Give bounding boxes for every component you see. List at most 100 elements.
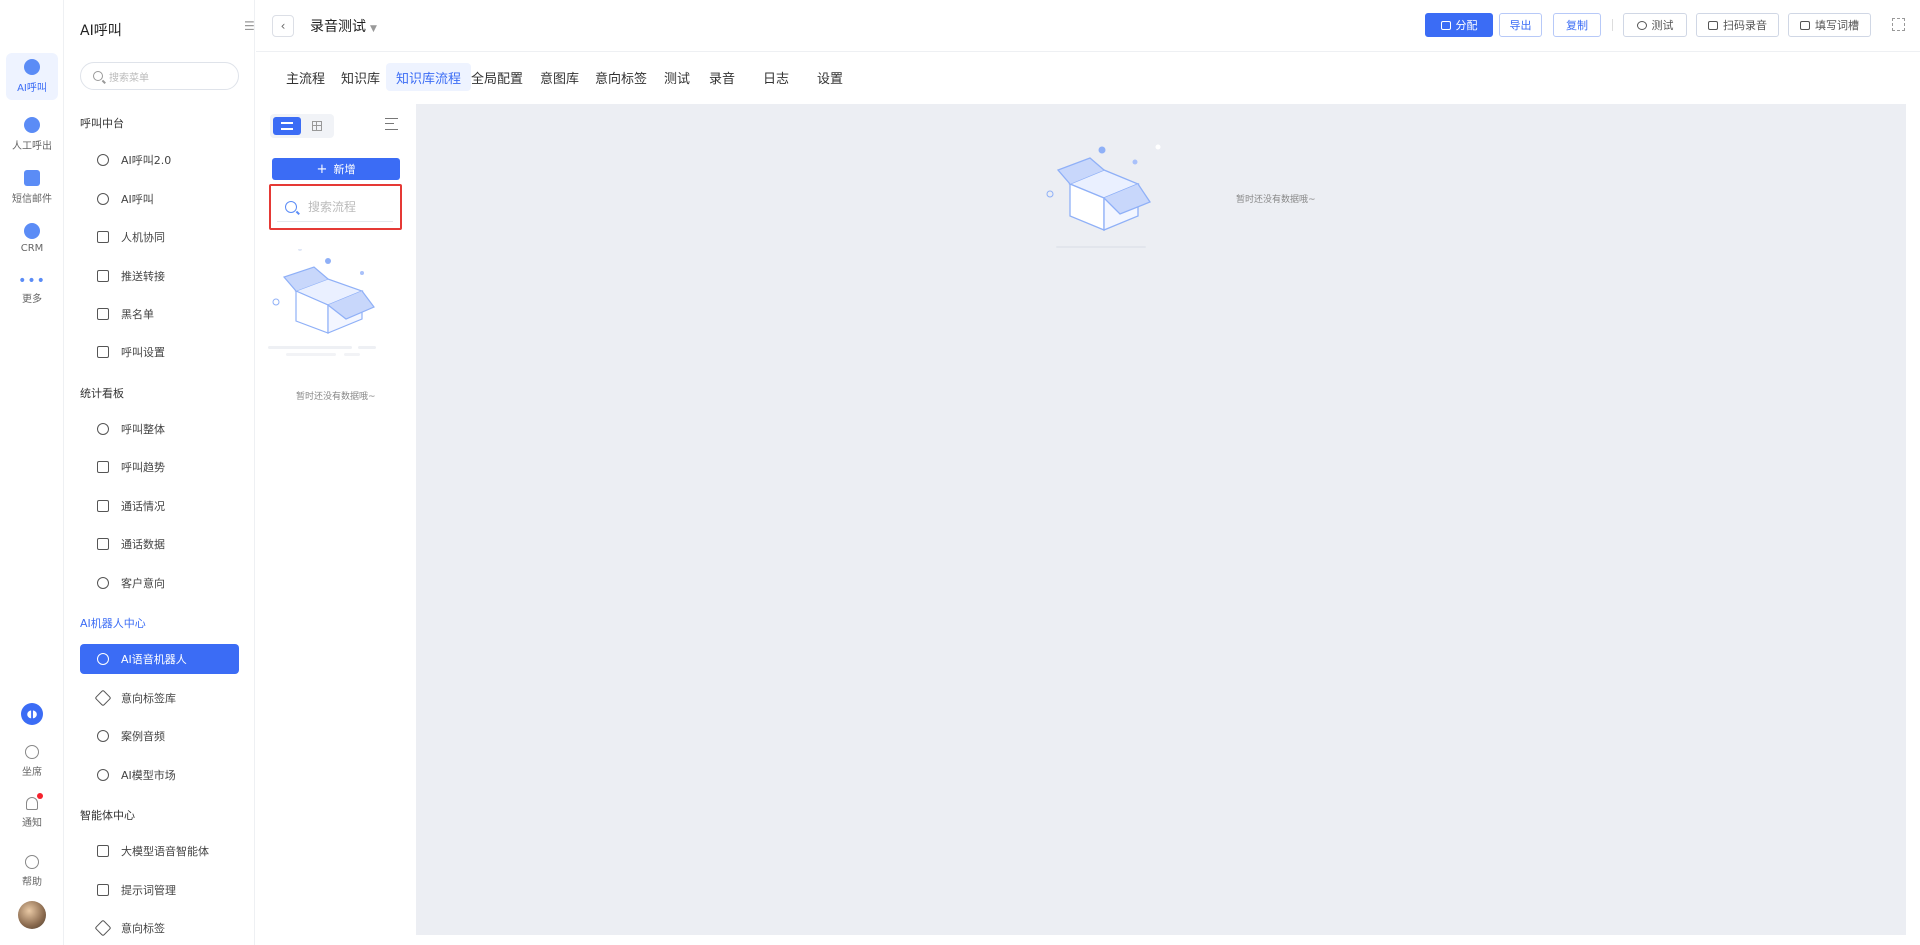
tab-settings[interactable]: 设置 <box>807 63 853 91</box>
search-icon <box>285 200 297 213</box>
scan-record-button[interactable]: 扫码录音 <box>1696 13 1779 37</box>
nav-item-intent-tag-lib[interactable]: 意向标签库 <box>80 683 239 713</box>
folder-share-icon <box>1440 20 1451 30</box>
copy-button[interactable]: 复制 <box>1553 13 1601 37</box>
tab-global-config[interactable]: 全局配置 <box>461 63 533 91</box>
rail-item-crm[interactable]: CRM <box>6 223 58 254</box>
robot-chat-icon <box>97 653 109 665</box>
nav-group-title: AI机器人中心 <box>80 617 146 630</box>
write-script-button[interactable]: 填写词槽 <box>1788 13 1871 37</box>
rail-label: 通知 <box>22 818 42 829</box>
nav-item-call-overall[interactable]: 呼叫整体 <box>80 414 239 444</box>
nav-item-customer-intent[interactable]: 客户意向 <box>80 568 239 598</box>
rail-item-more[interactable]: ••• 更多 <box>6 273 58 305</box>
flow-empty-text: 暂时还没有数据哦~ <box>296 392 376 402</box>
fullscreen-icon[interactable] <box>1892 18 1905 31</box>
nav-item-label: 呼叫整体 <box>121 423 165 436</box>
nav-item-label: 提示词管理 <box>121 884 176 897</box>
menu-search-placeholder: 搜索菜单 <box>109 72 149 84</box>
test-button[interactable]: 测试 <box>1623 13 1687 37</box>
nav-item-call-status[interactable]: 通话情况 <box>80 491 239 521</box>
nav-item-label: 通话数据 <box>121 538 165 551</box>
rail-item-manual-call[interactable]: 人工呼出 <box>6 117 58 152</box>
export-button[interactable]: 导出 <box>1499 13 1542 37</box>
main-area: ‹ 录音测试 ▼ 分配 导出 复制 测试 扫码录音 填写词槽 主流程 知识库 知… <box>256 0 1920 945</box>
nav-item-call-settings[interactable]: 呼叫设置 <box>80 337 239 367</box>
rail-item-ai-call[interactable]: AI呼叫 <box>6 53 58 100</box>
tab-log[interactable]: 日志 <box>753 63 799 91</box>
nav-item-intent-tag[interactable]: 意向标签 <box>80 913 239 943</box>
nav-item-human-machine[interactable]: 人机协同 <box>80 222 239 252</box>
voicemail-icon <box>97 730 109 742</box>
nav-group-title: 呼叫中台 <box>80 117 124 130</box>
file-search-icon <box>97 538 109 550</box>
add-flow-label: 新增 <box>333 163 356 176</box>
phone-icon <box>97 193 109 205</box>
nav-item-ai-call-2[interactable]: AI呼叫2.0 <box>80 145 239 175</box>
search-icon <box>93 71 103 81</box>
nav-title: AI呼叫 <box>80 23 122 39</box>
caret-down-icon: ▼ <box>370 24 377 34</box>
notice-badge <box>37 793 43 799</box>
document-icon <box>97 500 109 512</box>
list-view-icon <box>281 122 293 130</box>
rail-item-headset[interactable]: 坐席 <box>0 745 64 778</box>
user-avatar-button[interactable] <box>0 901 64 929</box>
nav-item-push-transfer[interactable]: 推送转接 <box>80 261 239 291</box>
avatar <box>18 901 46 929</box>
assign-label: 分配 <box>1455 19 1478 32</box>
tab-recording[interactable]: 录音 <box>699 63 745 91</box>
nav-group-title: 智能体中心 <box>80 809 135 822</box>
rail-item-notice[interactable]: 通知 <box>0 793 64 829</box>
flow-search-input[interactable] <box>308 199 388 214</box>
send-icon <box>97 270 109 282</box>
robot-title-dropdown[interactable]: 录音测试 ▼ <box>310 16 377 36</box>
crm-icon <box>24 223 40 239</box>
view-toggle <box>270 114 334 138</box>
bell-icon <box>26 793 43 810</box>
rail-label: 短信邮件 <box>12 194 52 205</box>
sort-icon[interactable] <box>385 118 398 130</box>
tag-icon <box>94 919 112 937</box>
collapse-menu-icon[interactable]: ☰ <box>244 20 254 32</box>
tab-knowledge-flow[interactable]: 知识库流程 <box>386 63 472 91</box>
grid-view-button[interactable] <box>303 117 331 135</box>
tab-intent-tags[interactable]: 意向标签 <box>585 63 657 91</box>
nav-item-case-audio[interactable]: 案例音频 <box>80 721 239 751</box>
divider <box>1612 19 1613 31</box>
tab-test[interactable]: 测试 <box>654 63 700 91</box>
tab-knowledge-base[interactable]: 知识库 <box>331 63 390 91</box>
nav-item-call-data[interactable]: 通话数据 <box>80 529 239 559</box>
nav-item-ai-model-market[interactable]: AI模型市场 <box>80 760 239 790</box>
nav-item-ai-call[interactable]: AI呼叫 <box>80 184 239 214</box>
pie-chart-icon <box>97 423 109 435</box>
headset-icon <box>25 745 39 759</box>
more-icon: ••• <box>18 273 46 289</box>
tab-main-flow[interactable]: 主流程 <box>276 63 335 91</box>
nav-item-label: 客户意向 <box>121 577 165 590</box>
rail-item-help[interactable]: 帮助 <box>0 855 64 888</box>
nav-item-prompt-manage[interactable]: 提示词管理 <box>80 875 239 905</box>
list-view-button[interactable] <box>273 117 301 135</box>
nav-item-llm-voice-agent[interactable]: 大模型语音智能体 <box>80 836 239 866</box>
tab-intent-library[interactable]: 意图库 <box>530 63 589 91</box>
nav-item-ai-voice-robot[interactable]: AI语音机器人 <box>80 644 239 674</box>
nav-item-call-trend[interactable]: 呼叫趋势 <box>80 452 239 482</box>
smile-icon <box>97 577 109 589</box>
back-button[interactable]: ‹ <box>272 15 294 37</box>
nav-item-label: AI语音机器人 <box>121 653 187 666</box>
phone-icon <box>97 154 109 166</box>
menu-search-input[interactable]: 搜索菜单 <box>80 62 239 90</box>
nav-item-label: 通话情况 <box>121 500 165 513</box>
flow-search-box <box>277 192 393 222</box>
nav-item-label: 意向标签库 <box>121 692 176 705</box>
assign-button[interactable]: 分配 <box>1425 13 1493 37</box>
nav-item-blacklist[interactable]: 黑名单 <box>80 299 239 329</box>
add-flow-button[interactable]: + 新增 <box>272 158 400 180</box>
voice-assistant-button[interactable]: ◖◗ <box>0 703 64 725</box>
nav-item-label: 意向标签 <box>121 922 165 935</box>
nav-sidebar: AI呼叫 ☰ 搜索菜单 呼叫中台 AI呼叫2.0 AI呼叫 人机协同 推送转接 … <box>65 0 255 945</box>
flow-search-highlight <box>269 184 402 230</box>
export-label: 导出 <box>1509 19 1532 32</box>
rail-item-sms-mail[interactable]: 短信邮件 <box>6 170 58 205</box>
